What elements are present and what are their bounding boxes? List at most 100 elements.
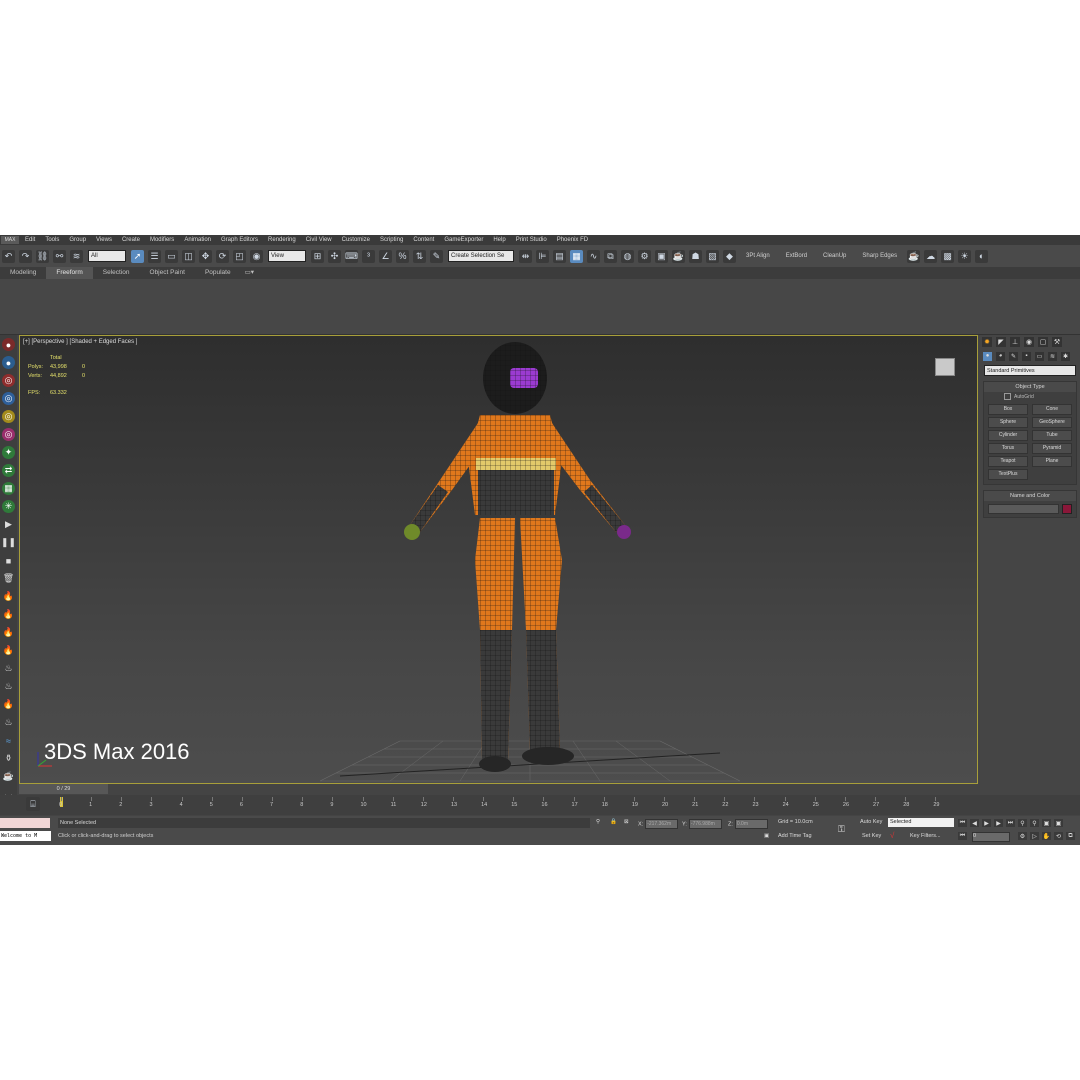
fire-icon-5[interactable]: 🔥 xyxy=(2,698,15,711)
window-crossing-icon[interactable]: ◫ xyxy=(182,249,195,263)
menu-views[interactable]: Views xyxy=(96,237,112,243)
menu-group[interactable]: Group xyxy=(69,237,86,243)
y-coord-field[interactable]: -776.988m xyxy=(688,819,722,829)
schematic-view-icon[interactable]: ⧉ xyxy=(604,249,617,263)
isolate-icon[interactable]: 🔒 xyxy=(610,819,617,825)
cameras-icon[interactable]: ▪ xyxy=(1022,351,1031,361)
fire-icon-4[interactable]: 🔥 xyxy=(2,644,15,657)
menu-phoenix-fd[interactable]: Phoenix FD xyxy=(557,237,588,243)
character-model[interactable] xyxy=(380,340,660,780)
selection-filter-dropdown[interactable]: All xyxy=(88,250,126,262)
stop-icon[interactable]: ■ xyxy=(2,554,15,567)
next-frame-icon[interactable]: ▶ xyxy=(994,819,1003,827)
fire-icon-1[interactable]: 🔥 xyxy=(2,590,15,603)
align-icon[interactable]: ⊫ xyxy=(536,249,549,263)
shapes-icon[interactable]: ◕ xyxy=(996,351,1005,361)
key-icon[interactable]: ⚿ xyxy=(838,824,845,835)
cone-button[interactable]: Cone xyxy=(1032,404,1072,415)
tool-green-grid-icon[interactable]: ▦ xyxy=(2,482,15,495)
tube-button[interactable]: Tube xyxy=(1032,430,1072,441)
lock-icon[interactable]: ⚲ xyxy=(596,819,600,825)
z-coord-field[interactable]: 0.0m xyxy=(734,819,768,829)
track-bar[interactable]: ⌸ 0 1 2 3 4 5 6 7 8 9 10 11 12 13 14 15 16 17 18 19 20 21 22 23… xyxy=(0,795,1080,815)
viewcube-icon[interactable] xyxy=(935,358,955,376)
fire-icon-2[interactable]: 🔥 xyxy=(2,608,15,621)
select-scale-icon[interactable]: ◰ xyxy=(233,249,246,263)
undo-icon[interactable]: ↶ xyxy=(2,249,15,263)
menu-edit[interactable]: Edit xyxy=(25,237,35,243)
plugin-sharp-edges-button[interactable]: Sharp Edges xyxy=(862,253,897,259)
geometry-icon[interactable]: ● xyxy=(983,351,992,361)
menu-modifiers[interactable]: Modifiers xyxy=(150,237,174,243)
object-color-swatch[interactable] xyxy=(1062,504,1072,514)
systems-icon[interactable]: ✱ xyxy=(1061,351,1070,361)
lights-icon[interactable]: ✎ xyxy=(1009,351,1018,361)
plugin-extbord-button[interactable]: ExtBord xyxy=(786,253,807,259)
sphere-button[interactable]: Sphere xyxy=(988,417,1028,428)
link-icon[interactable]: ⛓ xyxy=(36,249,49,263)
set-key-icon[interactable]: √ xyxy=(890,831,894,840)
spinner-snap-icon[interactable]: ⇅ xyxy=(413,249,426,263)
name-and-color-title[interactable]: Name and Color xyxy=(984,491,1076,501)
menu-customize[interactable]: Customize xyxy=(342,237,370,243)
spacewarps-icon[interactable]: ≋ xyxy=(1048,351,1057,361)
app-logo-button[interactable]: MAX xyxy=(1,236,19,244)
menu-scripting[interactable]: Scripting xyxy=(380,237,403,243)
bottle-icon[interactable]: ⚱ xyxy=(2,752,15,765)
render-setup-icon[interactable]: ⚙ xyxy=(638,249,651,263)
select-manipulate-icon[interactable]: ✣ xyxy=(328,249,341,263)
keyboard-shortcut-icon[interactable]: ⌨ xyxy=(345,249,358,263)
plane-button[interactable]: Plane xyxy=(1032,456,1072,467)
render-icon[interactable]: ◐ xyxy=(975,249,989,263)
time-slider[interactable]: 0 / 29 xyxy=(19,784,108,794)
image-icon[interactable]: ▩ xyxy=(941,249,955,263)
play-icon[interactable]: ▶ xyxy=(2,518,15,531)
auto-key-button[interactable]: Auto Key xyxy=(860,819,882,825)
mini-curve-editor-icon[interactable]: ⌸ xyxy=(26,797,40,811)
tool-red-orbit-icon[interactable]: ◎ xyxy=(2,374,15,387)
viewport-label[interactable]: [+] [Perspective ] [Shaded + Edged Faces… xyxy=(23,339,137,345)
play-animation-icon[interactable]: ▶ xyxy=(982,819,991,827)
goto-end-icon[interactable]: ⏭ xyxy=(1006,819,1015,827)
motion-tab-icon[interactable]: ◉ xyxy=(1024,337,1034,347)
redo-icon[interactable]: ↷ xyxy=(19,249,32,263)
helpers-icon[interactable]: ▭ xyxy=(1035,351,1044,361)
absolute-mode-icon[interactable]: ⊠ xyxy=(624,819,629,825)
smoke-icon-1[interactable]: ♨ xyxy=(2,662,15,675)
torus-button[interactable]: Torus xyxy=(988,443,1028,454)
time-tag-icon[interactable]: ▣ xyxy=(764,833,769,839)
tool-red-sphere-icon[interactable]: ● xyxy=(2,338,15,351)
rendered-frame-icon[interactable]: ▣ xyxy=(655,249,668,263)
zoom-all-icon[interactable]: ⚲ xyxy=(1030,819,1039,827)
set-key-button[interactable]: Set Key xyxy=(862,833,881,839)
menu-create[interactable]: Create xyxy=(122,237,140,243)
render-activeshade-icon[interactable]: ▧ xyxy=(706,249,719,263)
field-of-view-icon[interactable]: ▷ xyxy=(1030,832,1039,840)
menu-help[interactable]: Help xyxy=(493,237,505,243)
tab-selection[interactable]: Selection xyxy=(93,267,140,279)
modify-tab-icon[interactable]: ◤ xyxy=(996,337,1006,347)
maxscript-listener[interactable]: Welcome to M xyxy=(0,831,51,841)
box-button[interactable]: Box xyxy=(988,404,1028,415)
object-name-input[interactable] xyxy=(988,504,1059,514)
select-move-icon[interactable]: ✥ xyxy=(199,249,212,263)
scene-explorer-icon[interactable]: ▦ xyxy=(570,249,583,263)
key-mode-toggle-icon[interactable]: ⏮ xyxy=(958,832,967,840)
percent-snap-icon[interactable]: % xyxy=(396,249,409,263)
key-mode-dropdown[interactable]: Selected xyxy=(888,818,954,827)
pyramid-button[interactable]: Pyramid xyxy=(1032,443,1072,454)
smoke-icon-2[interactable]: ♨ xyxy=(2,680,15,693)
menu-gameexporter[interactable]: GameExporter xyxy=(444,237,483,243)
zoom-icon[interactable]: ⚲ xyxy=(1018,819,1027,827)
tab-object-paint[interactable]: Object Paint xyxy=(140,267,195,279)
material-editor-icon[interactable]: ◍ xyxy=(621,249,634,263)
select-rotate-icon[interactable]: ⟳ xyxy=(216,249,229,263)
render-production-icon[interactable]: ☕ xyxy=(672,249,685,263)
perspective-viewport[interactable]: [+] [Perspective ] [Shaded + Edged Faces… xyxy=(19,335,978,784)
menu-graph-editors[interactable]: Graph Editors xyxy=(221,237,258,243)
snaps-toggle-icon[interactable]: ³ xyxy=(362,249,375,263)
tool-pink-orbit-icon[interactable]: ◎ xyxy=(2,428,15,441)
edit-named-selection-icon[interactable]: ✎ xyxy=(430,249,443,263)
tool-green-burst-icon[interactable]: ✳ xyxy=(2,500,15,513)
x-coord-field[interactable]: -217.362m xyxy=(645,819,679,829)
